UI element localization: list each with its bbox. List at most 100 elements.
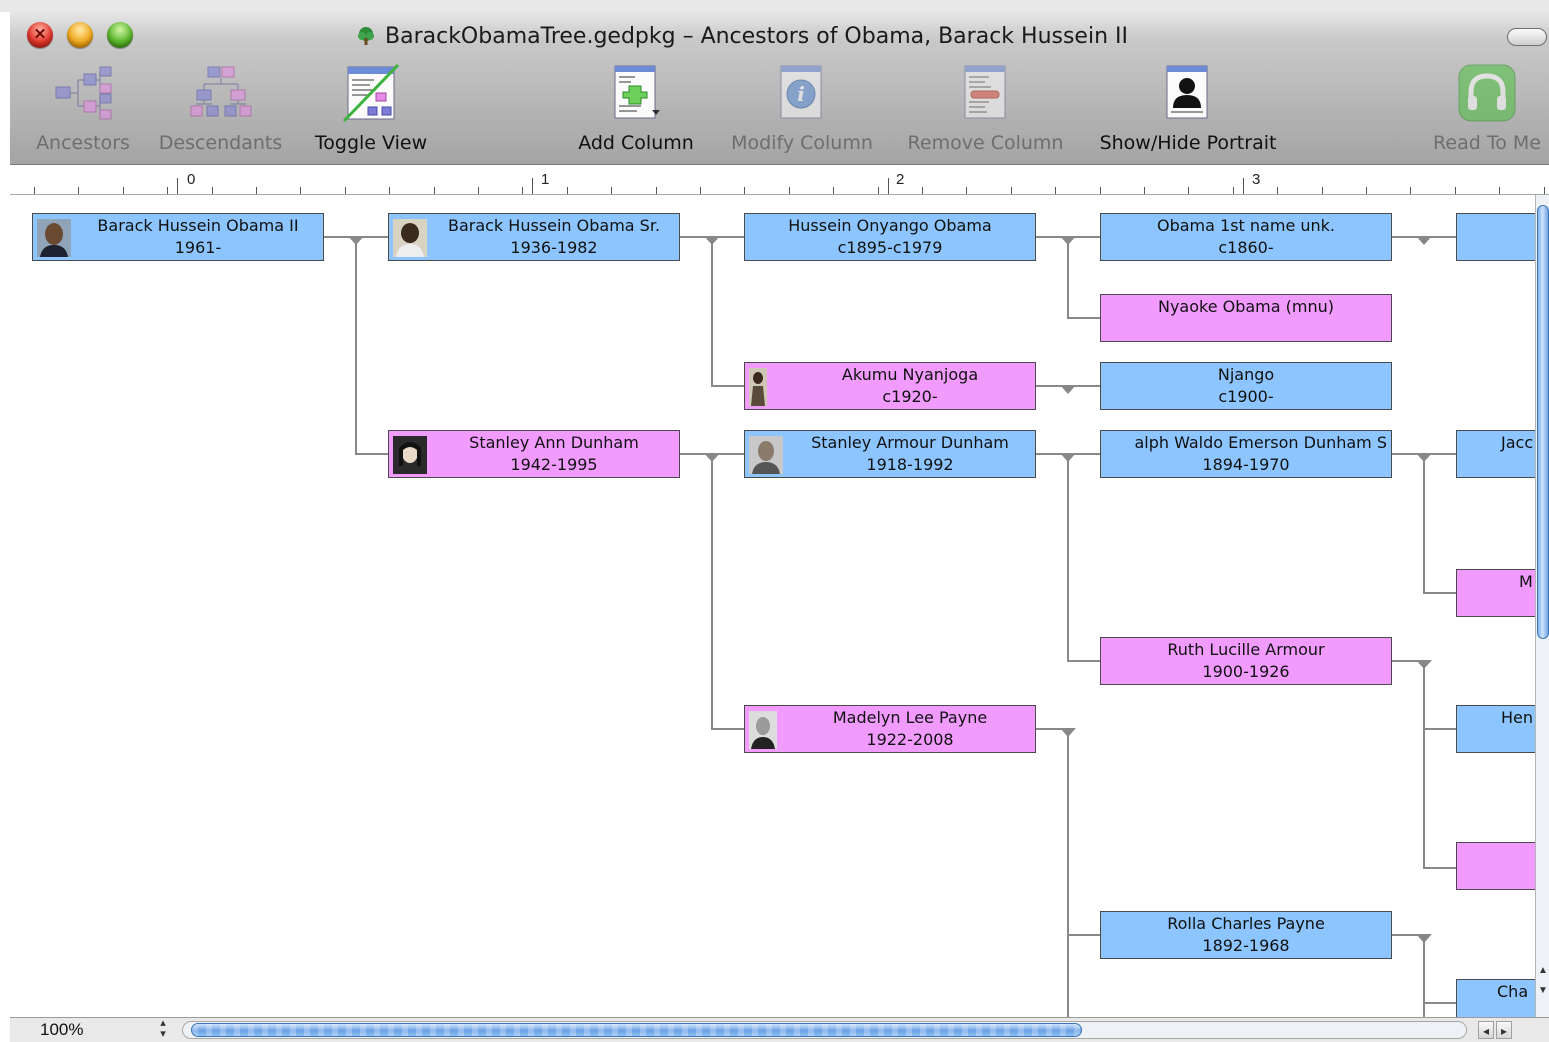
person-name: Madelyn Lee Payne bbox=[832, 708, 988, 727]
collapse-arrow-icon[interactable] bbox=[704, 453, 720, 462]
collapse-arrow-icon[interactable] bbox=[1416, 453, 1432, 462]
ruler-tick bbox=[878, 187, 879, 194]
ruler-tick bbox=[700, 187, 701, 194]
descendants-button[interactable]: Descendants bbox=[153, 60, 288, 160]
ruler-tick bbox=[478, 187, 479, 194]
person-box-madelyn-lee-payne[interactable]: Madelyn Lee Payne 1922-2008 bbox=[744, 705, 1036, 753]
person-box-gen4-female[interactable] bbox=[1456, 842, 1535, 890]
ruler-tick bbox=[256, 187, 257, 194]
person-name: Hen bbox=[1501, 708, 1534, 727]
portrait-icon bbox=[1166, 65, 1208, 119]
person-name: Cha bbox=[1497, 982, 1529, 1001]
ruler-tick bbox=[434, 187, 435, 194]
collapse-arrow-icon[interactable] bbox=[1416, 236, 1432, 245]
person-box-akumu-nyanjoga[interactable]: Akumu Nyanjoga c1920- bbox=[744, 362, 1036, 410]
read-to-me-button[interactable]: Read To Me bbox=[1422, 60, 1549, 160]
ruler-tick bbox=[34, 187, 35, 194]
person-box-hussein-onyango-obama[interactable]: Hussein Onyango Obama c1895-c1979 bbox=[744, 213, 1036, 261]
ruler-tick bbox=[1544, 187, 1545, 194]
person-name: Barack Hussein Obama II bbox=[97, 216, 299, 235]
collapse-arrow-icon[interactable] bbox=[1060, 385, 1076, 394]
person-name: Hussein Onyango Obama bbox=[788, 216, 992, 235]
toggle-view-button[interactable]: Toggle View bbox=[303, 60, 439, 160]
ruler-tick bbox=[1144, 187, 1145, 194]
person-name: Stanley Ann Dunham bbox=[469, 433, 639, 452]
person-box-barack-obama-sr[interactable]: Barack Hussein Obama Sr. 1936-1982 bbox=[388, 213, 680, 261]
person-box-obama-1st-name-unk[interactable]: Obama 1st name unk. c1860- bbox=[1100, 213, 1392, 261]
status-bar: 100% ▴ ▾ ◂ ▸ bbox=[10, 1017, 1549, 1042]
remove-column-button[interactable]: Remove Column bbox=[898, 60, 1073, 160]
ancestors-button[interactable]: Ancestors bbox=[28, 60, 138, 160]
ruler-tick bbox=[656, 187, 657, 194]
horizontal-scroll-thumb[interactable] bbox=[191, 1023, 1082, 1037]
collapse-arrow-icon[interactable] bbox=[348, 236, 364, 245]
generation-ruler: 0 1 2 3 bbox=[10, 165, 1549, 195]
window-title-group: BarackObamaTree.gedpkg – Ancestors of Ob… bbox=[355, 22, 1128, 50]
zoom-level: 100% bbox=[40, 1020, 84, 1039]
person-box-rolla-charles-payne[interactable]: Rolla Charles Payne 1892-1968 bbox=[1100, 911, 1392, 959]
person-dates: c1900- bbox=[1218, 387, 1274, 406]
show-hide-portrait-label: Show/Hide Portrait bbox=[1099, 132, 1277, 154]
title-bar: ✕ BarackObamaTree.gedpkg – Ancestors of … bbox=[10, 12, 1549, 165]
collapse-arrow-icon[interactable] bbox=[1060, 728, 1076, 737]
person-box-stanley-armour-dunham[interactable]: Stanley Armour Dunham 1918-1992 bbox=[744, 430, 1036, 478]
person-box-gen4-m[interactable]: M bbox=[1456, 569, 1535, 617]
collapse-arrow-icon[interactable] bbox=[1416, 660, 1432, 669]
person-name: M bbox=[1519, 572, 1533, 591]
ruler-major-tick bbox=[888, 178, 889, 194]
ancestor-tree-canvas: Barack Hussein Obama II 1961- Barack Hus… bbox=[10, 195, 1535, 1017]
collapse-arrow-icon[interactable] bbox=[704, 236, 720, 245]
person-box-gen4-jacob[interactable]: Jacc bbox=[1456, 430, 1535, 478]
collapse-arrow-icon[interactable] bbox=[1060, 236, 1076, 245]
scroll-right-arrow-icon[interactable]: ▸ bbox=[1496, 1021, 1512, 1039]
modify-column-info-icon: i bbox=[780, 65, 822, 119]
descendants-chart-icon bbox=[190, 66, 251, 117]
scroll-up-arrow-icon[interactable]: ▲ bbox=[1537, 965, 1549, 979]
horizontal-scrollbar[interactable] bbox=[182, 1021, 1467, 1039]
person-dates: c1895-c1979 bbox=[837, 238, 943, 257]
modify-column-button[interactable]: i Modify Column bbox=[720, 60, 884, 160]
person-box-gen4-charles[interactable]: Cha bbox=[1456, 979, 1535, 1017]
scroll-down-arrow-icon[interactable]: ▼ bbox=[1537, 985, 1549, 999]
remove-column-icon bbox=[964, 65, 1005, 119]
connector-line bbox=[1423, 934, 1425, 1017]
person-box-gen4-henry[interactable]: Hen bbox=[1456, 705, 1535, 753]
vertical-scroll-thumb[interactable] bbox=[1537, 205, 1549, 639]
show-hide-portrait-button[interactable]: Show/Hide Portrait bbox=[1088, 60, 1288, 160]
person-dates: c1920- bbox=[882, 387, 938, 406]
person-box-ruth-lucille-armour[interactable]: Ruth Lucille Armour 1900-1926 bbox=[1100, 637, 1392, 685]
minimize-window-button[interactable] bbox=[67, 22, 93, 48]
vertical-scrollbar[interactable]: ▲ ▼ bbox=[1535, 195, 1549, 1017]
add-column-button[interactable]: Add Column bbox=[568, 60, 704, 160]
collapse-arrow-icon[interactable] bbox=[1416, 934, 1432, 943]
collapse-arrow-icon[interactable] bbox=[1060, 453, 1076, 462]
connector-line bbox=[711, 236, 713, 386]
scroll-left-arrow-icon[interactable]: ◂ bbox=[1478, 1021, 1494, 1039]
person-box-barack-obama-ii[interactable]: Barack Hussein Obama II 1961- bbox=[32, 213, 324, 261]
ruler-major-tick bbox=[1243, 178, 1244, 194]
zoom-stepper[interactable]: ▴ ▾ bbox=[156, 1018, 170, 1042]
ruler-tick bbox=[744, 187, 745, 194]
person-dates: 1894-1970 bbox=[1202, 455, 1290, 474]
zoom-window-button[interactable] bbox=[107, 22, 133, 48]
ruler-tick bbox=[300, 187, 301, 194]
ruler-tick bbox=[167, 187, 168, 194]
person-box-njango[interactable]: Njango c1900- bbox=[1100, 362, 1392, 410]
person-box-ralph-waldo-emerson-dunham[interactable]: alph Waldo Emerson Dunham S 1894-1970 bbox=[1100, 430, 1392, 478]
connector-line bbox=[1067, 453, 1069, 661]
person-box-stanley-ann-dunham[interactable]: Stanley Ann Dunham 1942-1995 bbox=[388, 430, 680, 478]
ruler-label-3: 3 bbox=[1252, 171, 1261, 188]
person-name: Njango bbox=[1217, 365, 1275, 384]
ruler-tick bbox=[1055, 187, 1056, 194]
ruler-label-2: 2 bbox=[896, 171, 905, 188]
close-window-button[interactable]: ✕ bbox=[27, 22, 53, 48]
ruler-tick bbox=[833, 187, 834, 194]
ruler-tick bbox=[1322, 187, 1323, 194]
person-box-nyaoke-obama[interactable]: Nyaoke Obama (mnu) bbox=[1100, 294, 1392, 342]
person-box-gen4-obama-parent[interactable] bbox=[1456, 213, 1535, 261]
desktop-strip bbox=[0, 0, 1549, 12]
connector-line bbox=[355, 236, 357, 454]
person-name: Stanley Armour Dunham bbox=[811, 433, 1009, 452]
toolbar-toggle-button[interactable] bbox=[1507, 28, 1547, 46]
ruler-tick bbox=[212, 187, 213, 194]
